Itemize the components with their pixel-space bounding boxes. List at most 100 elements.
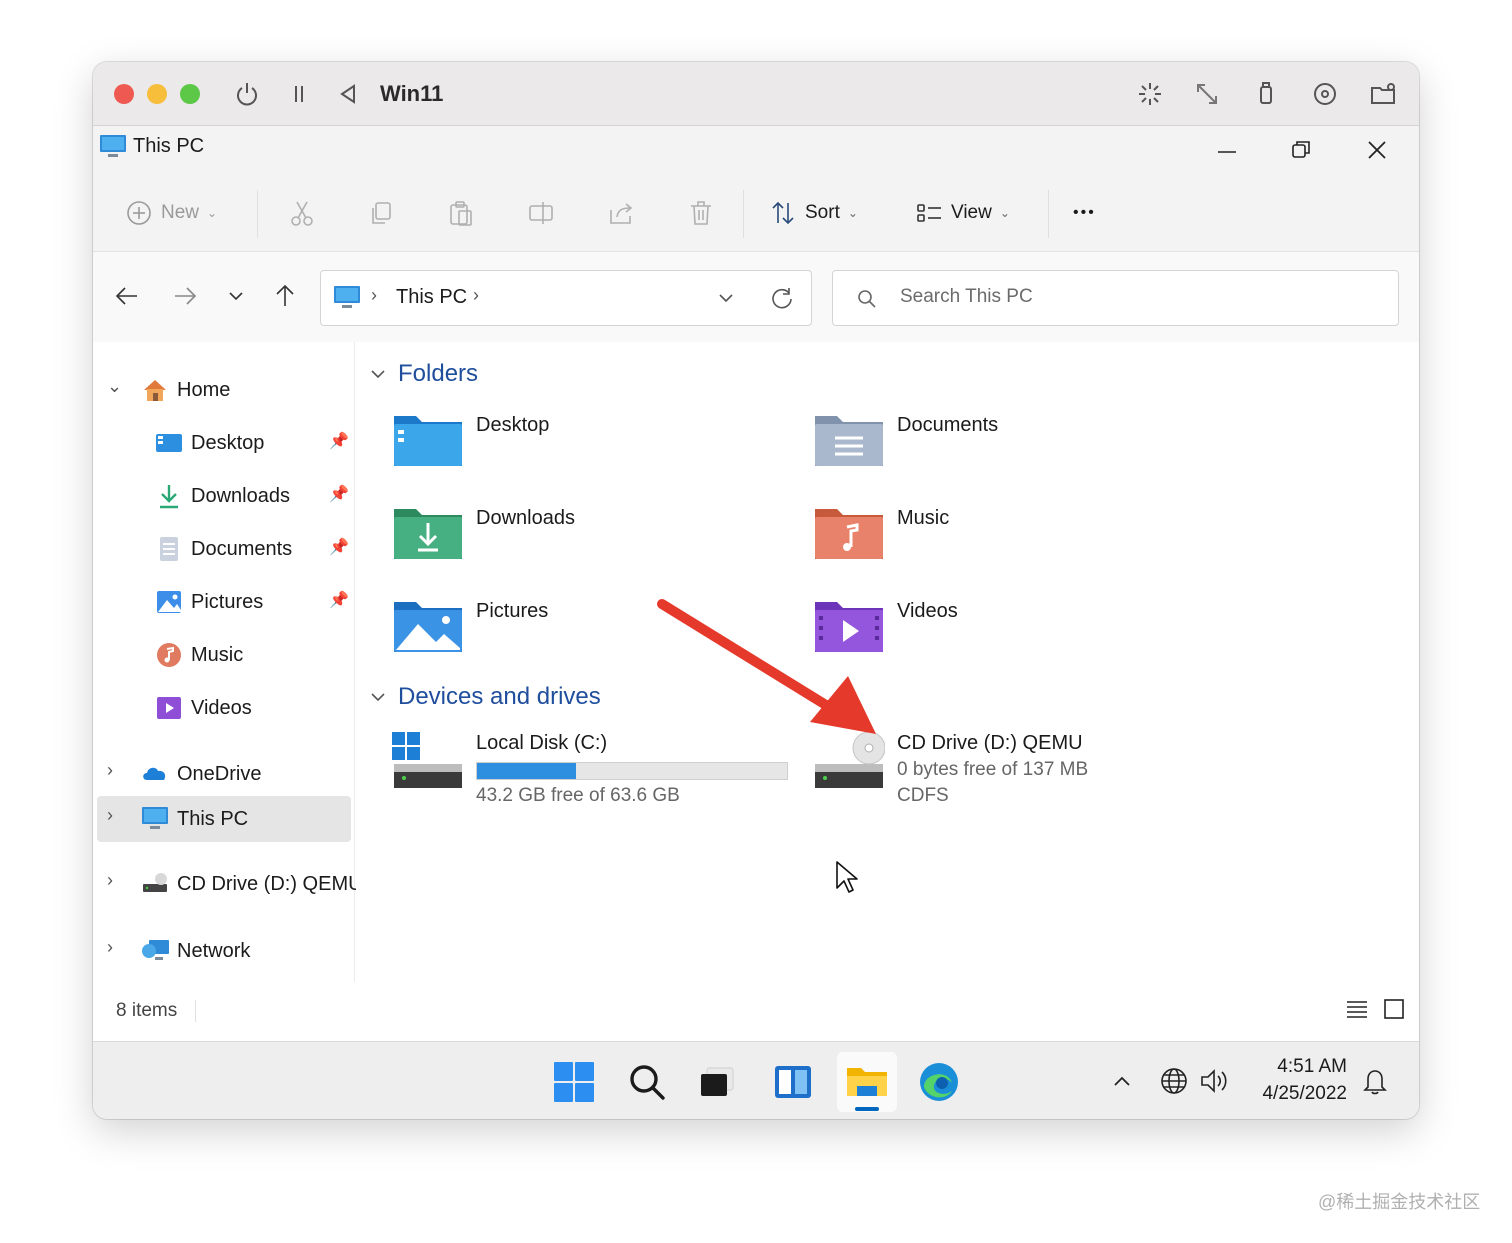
- pause-icon[interactable]: [285, 80, 313, 108]
- music-folder-icon: [815, 509, 883, 559]
- chevron-down-icon: [371, 693, 385, 702]
- minimize-traffic-light[interactable]: [147, 84, 167, 104]
- breadcrumb-separator-icon[interactable]: ›: [473, 285, 479, 306]
- chevron-right-icon[interactable]: ›: [107, 870, 113, 891]
- address-bar[interactable]: › This PC ›: [320, 270, 812, 326]
- folder-downloads[interactable]: Downloads: [392, 503, 792, 583]
- back-icon[interactable]: [334, 80, 362, 108]
- restore-icon[interactable]: [1287, 136, 1315, 164]
- zoom-traffic-light[interactable]: [180, 84, 200, 104]
- sidebar-item-downloads[interactable]: Downloads 📌: [93, 474, 351, 518]
- file-explorer-button[interactable]: [837, 1052, 897, 1112]
- chevron-down-icon[interactable]: ⌄: [107, 376, 122, 397]
- chevron-down-icon: ⌄: [999, 206, 1010, 220]
- sidebar-item-pictures[interactable]: Pictures 📌: [93, 580, 351, 624]
- more-options-button[interactable]: •••: [1073, 194, 1096, 232]
- drive-c[interactable]: Local Disk (C:) 43.2 GB free of 63.6 GB: [392, 730, 812, 820]
- pin-icon[interactable]: 📌: [329, 431, 349, 451]
- desktop-folder-icon: [394, 416, 462, 466]
- chevron-up-icon[interactable]: [1110, 1070, 1134, 1094]
- share-icon[interactable]: [606, 198, 636, 228]
- search-placeholder: Search This PC: [900, 286, 1033, 307]
- pin-icon[interactable]: 📌: [329, 590, 349, 610]
- view-label: View: [951, 202, 992, 223]
- chevron-right-icon[interactable]: ›: [107, 805, 113, 826]
- volume-icon[interactable]: [1199, 1066, 1231, 1096]
- details-view-icon[interactable]: [1345, 996, 1369, 1022]
- search-button[interactable]: [617, 1052, 677, 1112]
- file-explorer-icon: [847, 1068, 887, 1096]
- sidebar-item-documents[interactable]: Documents 📌: [93, 527, 351, 571]
- folder-label: Pictures: [476, 600, 549, 622]
- chevron-down-icon: [371, 370, 385, 379]
- close-traffic-light[interactable]: [114, 84, 134, 104]
- sidebar-item-label: Music: [191, 643, 244, 666]
- folder-desktop[interactable]: Desktop: [392, 410, 792, 490]
- notification-bell-icon[interactable]: [1361, 1066, 1389, 1096]
- disk-usage-fill: [477, 763, 577, 779]
- clock-time[interactable]: 4:51 AM: [1253, 1056, 1347, 1078]
- music-icon: [157, 643, 181, 667]
- clock-date[interactable]: 4/25/2022: [1243, 1083, 1347, 1105]
- disc-icon[interactable]: [1311, 80, 1339, 108]
- sort-button[interactable]: Sort ⌄: [769, 194, 858, 232]
- network-globe-icon[interactable]: [1159, 1066, 1189, 1096]
- content-pane: Folders Desktop Documents Downloads Musi…: [356, 342, 1419, 982]
- pin-icon[interactable]: 📌: [329, 537, 349, 557]
- chevron-right-icon[interactable]: ›: [107, 937, 113, 958]
- start-button[interactable]: [544, 1052, 604, 1112]
- back-arrow-icon[interactable]: [113, 282, 141, 310]
- sidebar-item-cd-drive[interactable]: › CD Drive (D:) QEMU: [93, 862, 363, 906]
- folder-music[interactable]: Music: [813, 503, 1213, 583]
- drive-d[interactable]: CD Drive (D:) QEMU 0 bytes free of 137 M…: [813, 730, 1233, 820]
- sidebar-item-home[interactable]: ⌄ Home: [93, 368, 351, 412]
- paste-icon[interactable]: [446, 198, 476, 228]
- plus-circle-icon: [127, 201, 151, 225]
- sidebar-item-videos[interactable]: Videos: [93, 686, 351, 730]
- folder-label: Music: [897, 507, 950, 529]
- folder-documents[interactable]: Documents: [813, 410, 1213, 490]
- folders-section-header[interactable]: Folders: [368, 360, 478, 388]
- breadcrumb[interactable]: This PC: [396, 286, 467, 309]
- delete-icon[interactable]: [686, 198, 716, 228]
- view-icon: [917, 204, 941, 222]
- forward-arrow-icon[interactable]: [171, 282, 199, 310]
- brightness-icon[interactable]: [1136, 80, 1164, 108]
- recent-locations-icon[interactable]: [223, 282, 249, 310]
- refresh-icon[interactable]: [769, 285, 795, 311]
- resize-icon[interactable]: [1193, 80, 1221, 108]
- sidebar-item-music[interactable]: Music: [93, 633, 351, 677]
- copy-icon[interactable]: [366, 198, 396, 228]
- sidebar-item-desktop[interactable]: Desktop 📌: [93, 421, 351, 465]
- sidebar-item-this-pc[interactable]: › This PC: [97, 796, 351, 842]
- folder-share-icon[interactable]: [1369, 80, 1397, 108]
- power-icon[interactable]: [233, 80, 261, 108]
- sort-label: Sort: [805, 202, 840, 223]
- edge-button[interactable]: [909, 1052, 969, 1112]
- task-view-button[interactable]: [687, 1052, 747, 1112]
- downloads-folder-icon: [394, 509, 462, 559]
- pin-icon[interactable]: 📌: [329, 484, 349, 504]
- drive-free-space: 43.2 GB free of 63.6 GB: [476, 785, 680, 806]
- close-icon[interactable]: [1363, 136, 1391, 164]
- navigation-row: › This PC › Search This PC: [93, 252, 1419, 342]
- chevron-down-icon: ⌄: [207, 206, 218, 220]
- sidebar-item-onedrive[interactable]: › OneDrive: [93, 752, 351, 796]
- rename-icon[interactable]: [526, 198, 556, 228]
- widgets-button[interactable]: [763, 1052, 823, 1112]
- cut-icon[interactable]: [287, 198, 317, 228]
- devices-section-header[interactable]: Devices and drives: [368, 683, 601, 711]
- search-box[interactable]: Search This PC: [832, 270, 1399, 326]
- address-history-icon[interactable]: [715, 287, 737, 309]
- chevron-right-icon[interactable]: ›: [107, 760, 113, 781]
- up-arrow-icon[interactable]: [271, 282, 299, 310]
- usb-icon[interactable]: [1252, 80, 1280, 108]
- sidebar-item-label: OneDrive: [177, 762, 262, 785]
- new-button[interactable]: New ⌄: [125, 194, 217, 232]
- sidebar-item-label: Documents: [191, 537, 293, 560]
- tiles-view-icon[interactable]: [1382, 996, 1406, 1022]
- folder-label: Downloads: [476, 507, 575, 529]
- view-button[interactable]: View ⌄: [915, 194, 1010, 232]
- minimize-icon[interactable]: [1213, 138, 1241, 166]
- sidebar-item-network[interactable]: › Network: [93, 929, 351, 973]
